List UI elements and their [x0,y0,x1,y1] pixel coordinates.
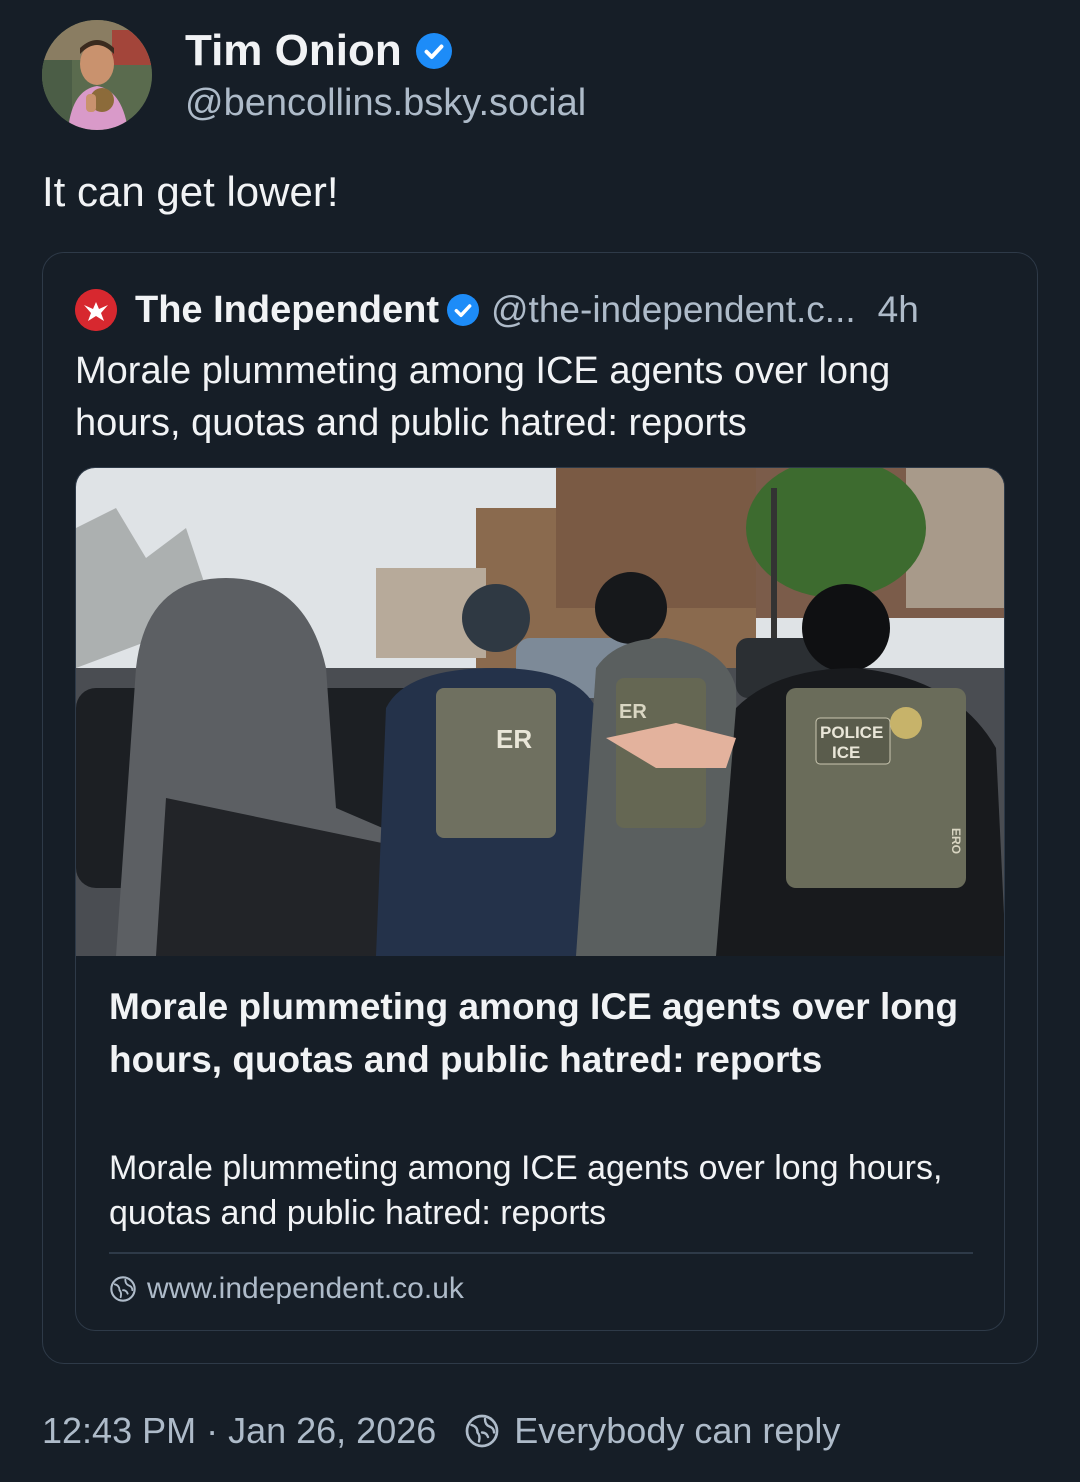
article-image[interactable]: ER ER POLICE ICE ERO [76,468,1005,956]
vest-label-er-left: ER [496,724,532,754]
author-avatar[interactable] [42,20,152,130]
author-handle[interactable]: @bencollins.bsky.social [185,82,586,125]
quoted-author-name[interactable]: The Independent [135,289,439,332]
quoted-author-handle[interactable]: @the-independent.c... [491,289,856,331]
globe-icon [465,1414,499,1448]
reply-setting[interactable]: Everybody can reply [514,1410,840,1452]
globe-icon [110,1276,136,1302]
post-footer: 12:43 PM · Jan 26, 2026 Everybody can re… [42,1410,840,1452]
quoted-post-text: Morale plummeting among ICE agents over … [75,350,891,444]
link-card-title[interactable]: Morale plummeting among ICE agents over … [109,980,969,1086]
quoted-post-header: The Independent @the-independent.c... 4h [75,287,1015,333]
vest-label-ero: ERO [949,828,963,854]
independent-eagle-logo[interactable] [75,289,117,331]
link-card-divider [109,1252,973,1254]
link-card-description: Morale plummeting among ICE agents over … [109,1149,943,1232]
post-header: Tim Onion @bencollins.bsky.social [42,20,1042,130]
vest-label-police: POLICE [820,723,883,742]
vest-label-er-mid: ER [619,701,647,723]
post-timestamp[interactable]: 12:43 PM · Jan 26, 2026 [42,1410,436,1452]
link-card-domain[interactable]: www.independent.co.uk [109,1272,464,1306]
link-card-domain-text: www.independent.co.uk [147,1272,464,1305]
post-text: It can get lower! [42,168,339,215]
verified-check-icon [415,33,452,69]
quoted-post[interactable]: The Independent @the-independent.c... 4h… [42,252,1038,1364]
link-card[interactable]: ER ER POLICE ICE ERO Morale plummeting a… [75,467,1005,1331]
author-display-name[interactable]: Tim Onion [185,26,402,76]
verified-check-icon [447,294,479,326]
vest-label-ice: ICE [832,743,860,762]
quoted-post-time[interactable]: 4h [878,289,919,331]
